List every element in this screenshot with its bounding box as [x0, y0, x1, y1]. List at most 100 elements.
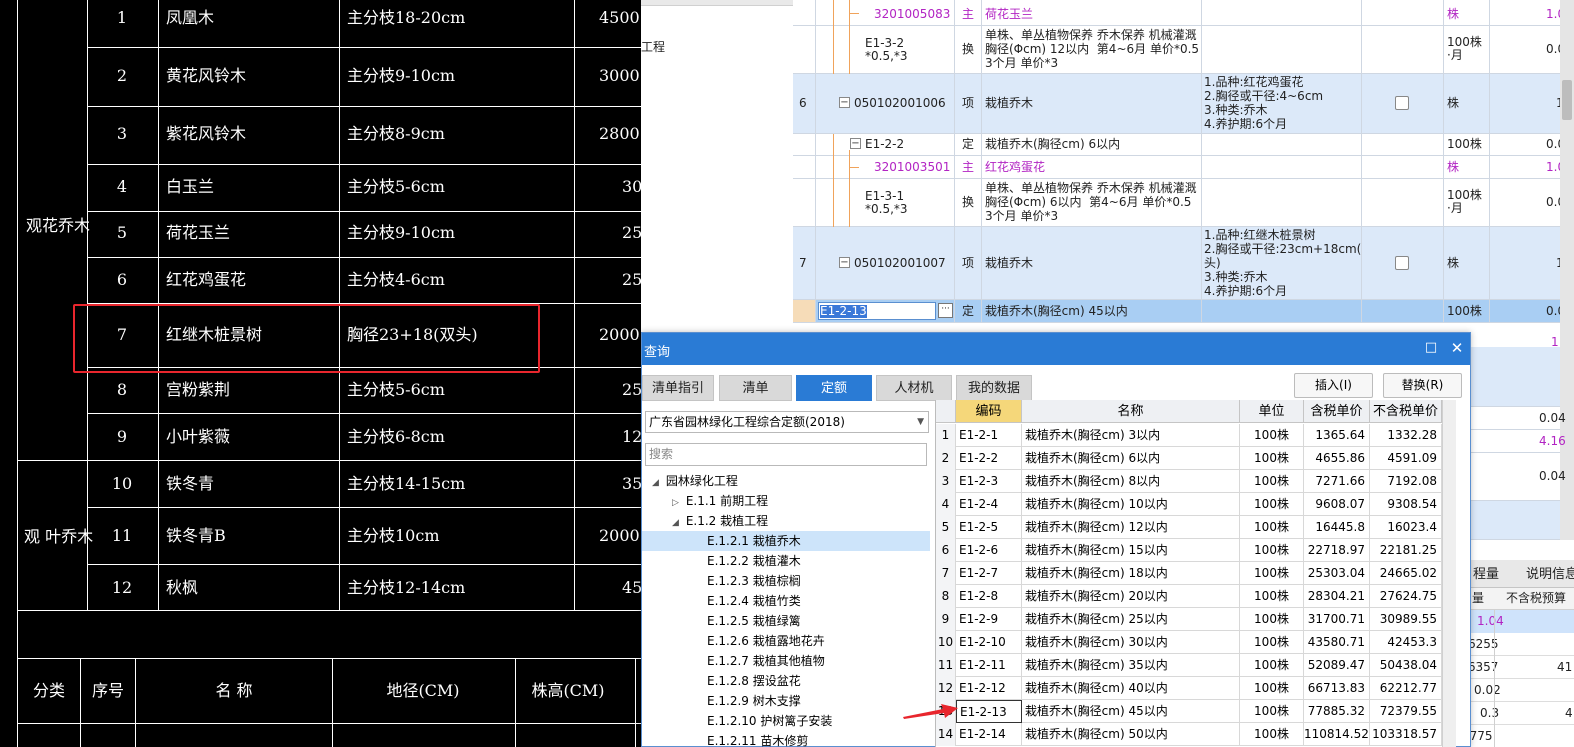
collapse-icon[interactable]: −	[839, 257, 850, 268]
quota-table[interactable]: 编码 名称 单位 含税单价 不含税单价 1 E1-2-1 栽植乔木(胸径cm) 3以…	[935, 400, 1456, 747]
cad-cell-name: 秋枫	[166, 578, 199, 597]
grid-feature: 1.品种:红继木桩景树 2.胸径或干径:23cm+18cm(双 头) 3.种类:…	[1204, 228, 1362, 298]
maximize-icon[interactable]: □	[1422, 339, 1440, 357]
tree-node[interactable]: E.1.2.3 栽植棕榈	[707, 571, 801, 591]
grid-type: 定	[962, 304, 975, 318]
detail-row[interactable]: 6255	[1462, 633, 1574, 656]
tree-node[interactable]: E.1.2.4 栽植竹类	[707, 591, 801, 611]
scrollbar-thumb[interactable]	[1562, 80, 1572, 120]
table-row-target[interactable]: 13E1-2-13栽植乔木(胸径cm) 45以内100株77885.327237…	[936, 700, 1456, 723]
table-header-tax-price[interactable]: 含税单价	[1304, 400, 1370, 423]
table-row[interactable]: 9 E1-2-9 栽植乔木(胸径cm) 25以内 100株 31700.71 30989.…	[936, 608, 1456, 631]
row-tax-price: 7271.66	[1304, 470, 1370, 493]
table-row[interactable]: 3 E1-2-3 栽植乔木(胸径cm) 8以内 100株 7271.66 7192.08	[936, 470, 1456, 493]
grid-row[interactable]: 3201005083 主 荷花玉兰 株 1.04	[793, 0, 1574, 26]
row-tax-price: 110814.52	[1304, 723, 1370, 746]
detail-row[interactable]: 8775	[1462, 725, 1574, 747]
checkbox[interactable]	[1395, 96, 1409, 110]
table-header-name[interactable]: 名称	[1022, 400, 1240, 423]
cad-cell-name: 小叶紫薇	[166, 427, 231, 446]
tree-node[interactable]: E.1.2.10 护树篱子安装	[707, 711, 832, 731]
cad-drawing[interactable]: 观花乔木 观 叶乔木 1 凤凰木 主分枝18-20cm 4500 2 黄花风铃木…	[0, 0, 641, 747]
table-row[interactable]: 7 E1-2-7 栽植乔木(胸径cm) 18以内 100株 25303.04 24665.…	[936, 562, 1456, 585]
expand-icon[interactable]: ◢	[672, 513, 682, 533]
code-editor[interactable]: E1-2-13	[818, 302, 936, 320]
table-header-code[interactable]: 编码	[956, 400, 1022, 423]
row-index: 4	[936, 493, 956, 516]
detail-row[interactable]: .6357 41	[1462, 656, 1574, 679]
expand-icon[interactable]: ◢	[652, 473, 662, 493]
table-row[interactable]: 6 E1-2-6 栽植乔木(胸径cm) 15以内 100株 22718.97 22181.…	[936, 539, 1456, 562]
tree-node[interactable]: E.1.2.6 栽植露地花卉	[707, 631, 825, 651]
cad-cell-spec: 主分枝9-10cm	[347, 66, 456, 85]
row-notax-price: 30989.55	[1370, 608, 1442, 631]
grid-row[interactable]: 6 −050102001006 项 栽植乔木 1.品种:红花鸡蛋花 2.胸径或干…	[793, 74, 1574, 134]
grid-row[interactable]: E1-3-1 *0.5,*3 换 单株、单丛植物保养 乔木保养 机械灌溉 胸径(…	[793, 179, 1574, 227]
detail-value: 41	[1557, 660, 1573, 674]
table-row[interactable]: 12 E1-2-12 栽植乔木(胸径cm) 40以内 100株 66713.83 6221…	[936, 677, 1456, 700]
detail-row[interactable]: 1.04	[1462, 610, 1574, 633]
search-input[interactable]: 搜索	[645, 443, 927, 466]
table-scrollbar[interactable]	[1442, 400, 1456, 747]
cad-cell-no: 5	[116, 223, 128, 242]
table-row[interactable]: 10 E1-2-10 栽植乔木(胸径cm) 30以内 100株 43580.71 4245…	[936, 631, 1456, 654]
tree-node[interactable]: ◢ E.1.2 栽植工程	[672, 511, 768, 531]
detail-row[interactable]: 0.3 4	[1462, 702, 1574, 725]
table-row[interactable]: 8 E1-2-8 栽植乔木(胸径cm) 20以内 100株 28304.21 27624.…	[936, 585, 1456, 608]
red-arrow-icon	[903, 704, 958, 719]
tree-node[interactable]: E.1.2.5 栽植绿篱	[707, 611, 801, 631]
grid-row[interactable]: −E1-2-2 定 栽植乔木(胸径cm) 6以内 100株 0.01	[793, 134, 1574, 156]
cad-cell-height: 25	[622, 380, 641, 399]
tree-node[interactable]: E.1.2.2 栽植灌木	[707, 551, 801, 571]
collapse-icon[interactable]: −	[839, 97, 850, 108]
table-header-notax-price[interactable]: 不含税单价	[1370, 400, 1442, 423]
grid-row[interactable]: 3201003501 主 红花鸡蛋花 株 1.04	[793, 156, 1574, 179]
table-header-unit[interactable]: 单位	[1240, 400, 1304, 423]
row-index: 7	[936, 562, 956, 585]
checkbox[interactable]	[1395, 256, 1409, 270]
tree-node[interactable]: ◢ 园林绿化工程	[652, 471, 738, 491]
table-row[interactable]: 5 E1-2-5 栽植乔木(胸径cm) 12以内 100株 16445.8 16023.4	[936, 516, 1456, 539]
grid-type: 定	[962, 137, 975, 151]
tree-node-selected[interactable]: E.1.2.1 栽植乔木	[642, 531, 930, 551]
tab-description[interactable]: 说明信息	[1526, 568, 1574, 581]
tab-bill-guide[interactable]: 清单指引	[642, 375, 714, 401]
grid-row[interactable]: 7 −050102001007 项 栽植乔木 1.品种:红继木桩景树 2.胸径或…	[793, 227, 1574, 300]
grid-row[interactable]: E1-3-2 *0.5,*3 换 单株、单丛植物保养 乔木保养 机械灌溉 胸径(…	[793, 26, 1574, 74]
close-icon[interactable]: ✕	[1448, 339, 1466, 357]
quota-tree[interactable]: ◢ 园林绿化工程 ▷ E.1.1 前期工程 ◢ E.1.2 栽植工程 E.1.2…	[642, 473, 932, 747]
tree-node[interactable]: E.1.2.7 栽植其他植物	[707, 651, 825, 671]
table-row[interactable]: 11 E1-2-11 栽植乔木(胸径cm) 35以内 100株 52089.47 5043…	[936, 654, 1456, 677]
table-row[interactable]: 14 E1-2-14 栽植乔木(胸径cm) 50以内 100株 110814.52 103…	[936, 723, 1456, 746]
replace-button[interactable]: 替换(R)	[1383, 373, 1462, 398]
grid-row-selected[interactable]: E1-2-13··· 定 栽植乔木(胸径cm) 45以内 100株 0.01	[793, 300, 1574, 323]
cad-cell-height: 2000	[599, 526, 640, 545]
detail-row[interactable]: 0.02	[1462, 679, 1574, 702]
insert-button[interactable]: 插入(I)	[1294, 373, 1373, 398]
cad-cell-name: 铁冬青B	[166, 526, 226, 545]
tree-node[interactable]: E.1.2.9 树木支撑	[707, 691, 801, 711]
cad-footer-header: 地径(CM)	[386, 681, 460, 700]
table-row[interactable]: 2 E1-2-2 栽植乔木(胸径cm) 6以内 100株 4655.86 4591.09	[936, 447, 1456, 470]
tree-node[interactable]: E.1.2.11 苗木修剪	[707, 731, 808, 747]
expand-icon[interactable]: ▷	[672, 493, 682, 513]
tab-my-data[interactable]: 我的数据	[956, 375, 1032, 401]
library-select[interactable]: 广东省园林绿化工程综合定额(2018) ▼	[645, 411, 929, 433]
cad-cell-name: 黄花风铃木	[166, 66, 247, 85]
tree-node[interactable]: E.1.2.8 摆设盆花	[707, 671, 801, 691]
tab-quantity[interactable]: 程量	[1473, 568, 1499, 581]
cad-cell-name: 铁冬青	[166, 474, 215, 493]
tab-quota[interactable]: 定额	[796, 375, 872, 401]
collapse-icon[interactable]: −	[850, 138, 861, 149]
more-icon[interactable]: ···	[938, 303, 953, 318]
tree-guide	[849, 0, 850, 74]
table-row[interactable]: 1 E1-2-1 栽植乔木(胸径cm) 3以内 100株 1365.64 1332.28	[936, 424, 1456, 447]
dialog-titlebar[interactable]: 查询 □ ✕	[642, 333, 1470, 365]
tree-node-label: E.1.2.8 摆设盆花	[707, 674, 801, 688]
tree-node[interactable]: ▷ E.1.1 前期工程	[672, 491, 768, 511]
table-row[interactable]: 4 E1-2-4 栽植乔木(胸径cm) 10以内 100株 9608.07 9308.54	[936, 493, 1456, 516]
tab-materials[interactable]: 人材机	[876, 375, 952, 401]
tab-bill[interactable]: 清单	[719, 375, 792, 401]
cad-cell-name: 红花鸡蛋花	[166, 270, 247, 289]
row-code: E1-2-11	[956, 654, 1022, 677]
